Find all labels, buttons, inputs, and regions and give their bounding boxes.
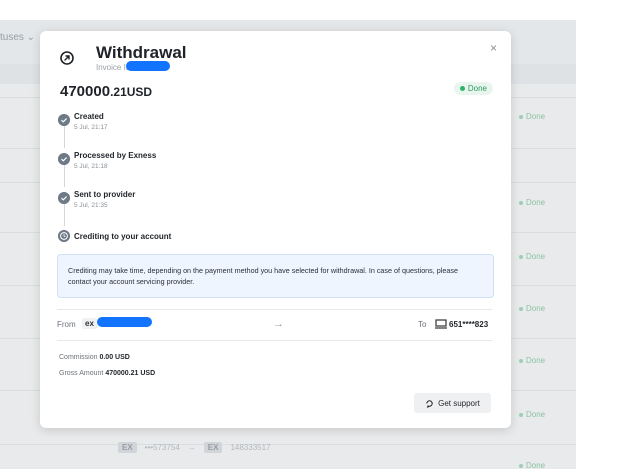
status-dot-icon [459,86,465,91]
check-icon [58,114,70,126]
support-icon [426,399,433,408]
divider [57,340,492,341]
from-label: From [57,320,76,329]
commission-label: Commission [59,354,98,361]
step-connector [64,202,65,226]
divider [57,309,492,310]
step-time: 5 Jul, 21:17 [74,124,108,131]
gross-amount-value: 470000.21 USD [105,370,156,377]
step-title: Processed by Exness [74,151,157,160]
card-icon [435,319,447,329]
get-support-label: Get support [438,398,480,408]
close-button[interactable]: × [490,41,497,55]
transfer-route: From ex → To 651****823 [57,316,492,334]
status-badge: Done [453,82,493,95]
amount-decimal: .21 [110,85,127,99]
to-label: To [418,320,427,329]
clock-icon [58,230,70,242]
get-support-button[interactable]: Get support [414,393,491,413]
withdrawal-modal: × Withdrawal Invoice ID 1 470000.21USD D… [40,31,511,428]
step-title: Created [74,112,104,121]
commission-value: 0.00 USD [99,354,130,361]
step-time: 5 Jul, 21:35 [74,202,108,209]
check-icon [58,192,70,204]
step-time: 5 Jul, 21:18 [74,163,108,170]
withdrawal-amount: 470000.21USD [60,83,152,100]
status-text: Done [467,84,487,93]
from-account-chip: ex [82,318,97,329]
step-connector [64,124,65,148]
step-title: Sent to provider [74,190,136,199]
gross-amount-row: Gross Amount 470000.21 USD [59,370,155,377]
info-text: Crediting may take time, depending on th… [68,266,458,286]
gross-amount-label: Gross Amount [59,370,104,377]
arrow-right-icon: → [273,318,284,330]
redaction-mark [97,317,152,327]
redaction-mark [126,61,170,71]
check-icon [58,153,70,165]
amount-integer: 470000 [60,83,111,100]
to-account: 651****823 [449,320,489,329]
step-connector [64,163,65,187]
modal-title: Withdrawal [96,43,187,62]
info-notice: Crediting may take time, depending on th… [57,254,494,298]
amount-currency: USD [126,85,153,99]
step-title: Crediting to your account [74,232,172,241]
withdrawal-arrow-icon [60,51,74,65]
commission-row: Commission 0.00 USD [59,354,130,361]
